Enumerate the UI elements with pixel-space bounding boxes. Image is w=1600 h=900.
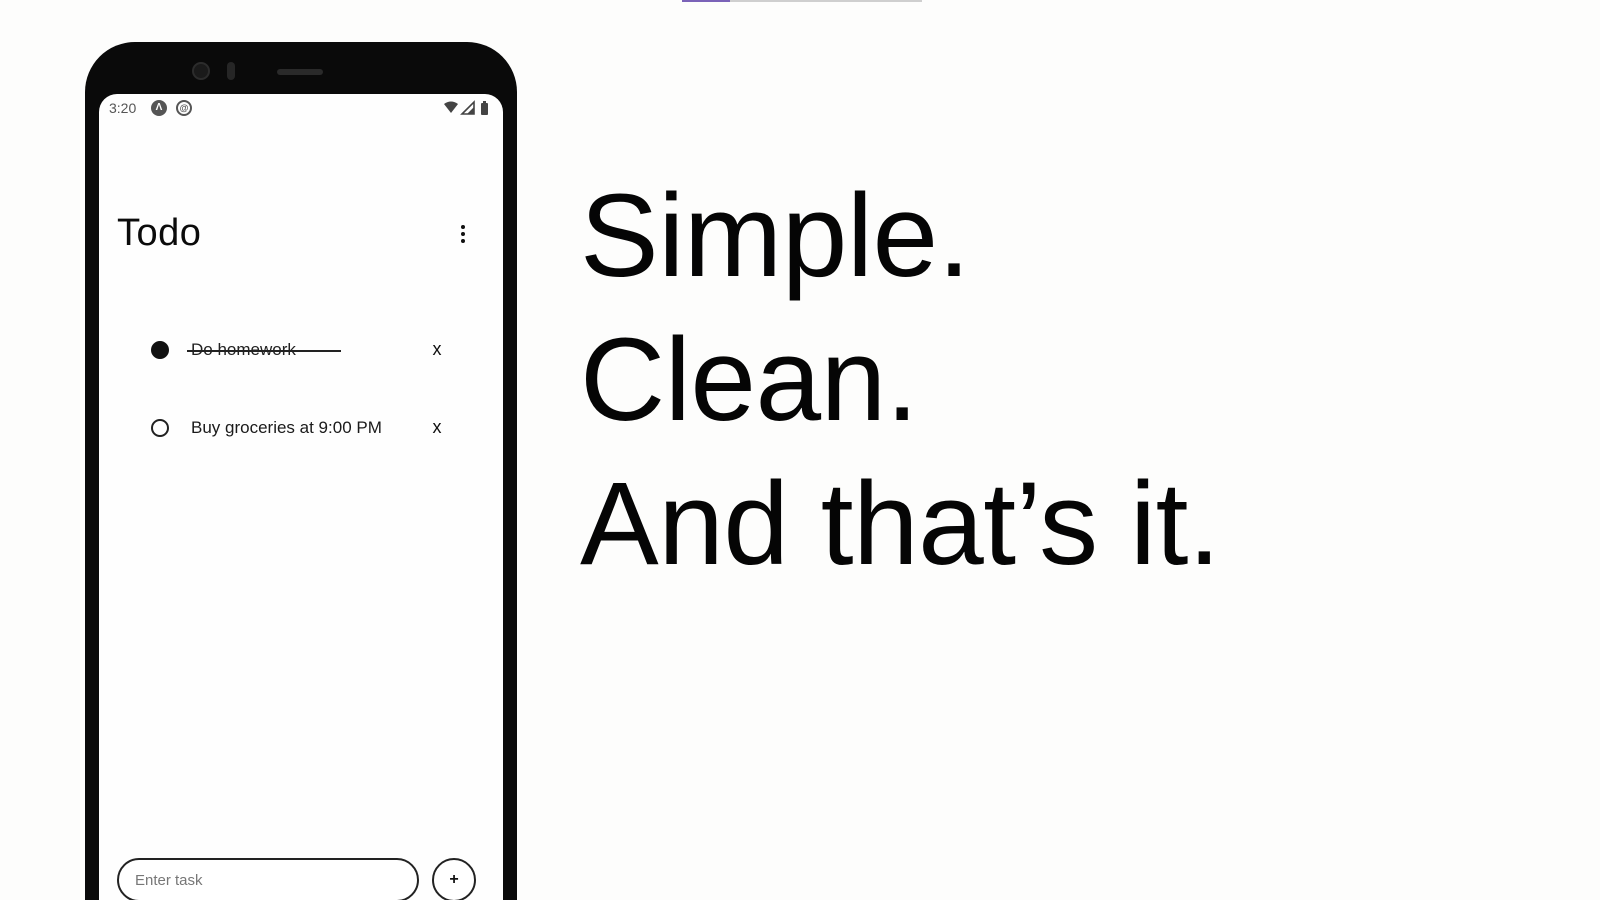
more-vert-icon[interactable] — [453, 222, 473, 248]
a-icon: Λ — [151, 100, 167, 116]
phone-frame: 3:20 Λ @ Todo Do homework x Buy grocerie… — [85, 42, 517, 900]
task-item: Buy groceries at 9:00 PM x — [99, 408, 503, 448]
proximity-sensor — [227, 62, 235, 80]
phone-screen: 3:20 Λ @ Todo Do homework x Buy grocerie… — [99, 94, 503, 900]
status-time: 3:20 — [109, 100, 137, 116]
task-complete-toggle[interactable] — [151, 419, 169, 437]
promo-stage: 3:20 Λ @ Todo Do homework x Buy grocerie… — [0, 0, 1600, 900]
strikethrough-line — [187, 350, 341, 352]
at-icon: @ — [176, 100, 192, 116]
task-input[interactable] — [117, 858, 419, 900]
front-camera — [192, 62, 210, 80]
task-item: Do homework x — [99, 330, 503, 370]
task-complete-toggle[interactable] — [151, 341, 169, 359]
signal-icon — [460, 100, 475, 115]
delete-task-button[interactable]: x — [429, 417, 445, 438]
top-progress-indicator — [682, 0, 922, 2]
delete-task-button[interactable]: x — [429, 339, 445, 360]
headline: Simple. Clean. And that’s it. — [580, 164, 1221, 596]
headline-line-3: And that’s it. — [580, 458, 1221, 590]
status-system-icons — [443, 100, 491, 116]
status-bar: 3:20 Λ @ — [99, 94, 503, 120]
top-progress-segment — [682, 0, 730, 2]
wifi-icon — [444, 101, 458, 113]
headline-line-2: Clean. — [580, 314, 919, 446]
battery-icon — [481, 101, 488, 115]
task-text: Buy groceries at 9:00 PM — [191, 418, 382, 437]
add-task-button[interactable]: + — [432, 858, 476, 900]
earpiece-speaker — [277, 69, 323, 75]
app-title: Todo — [117, 212, 202, 254]
headline-line-1: Simple. — [580, 170, 970, 302]
